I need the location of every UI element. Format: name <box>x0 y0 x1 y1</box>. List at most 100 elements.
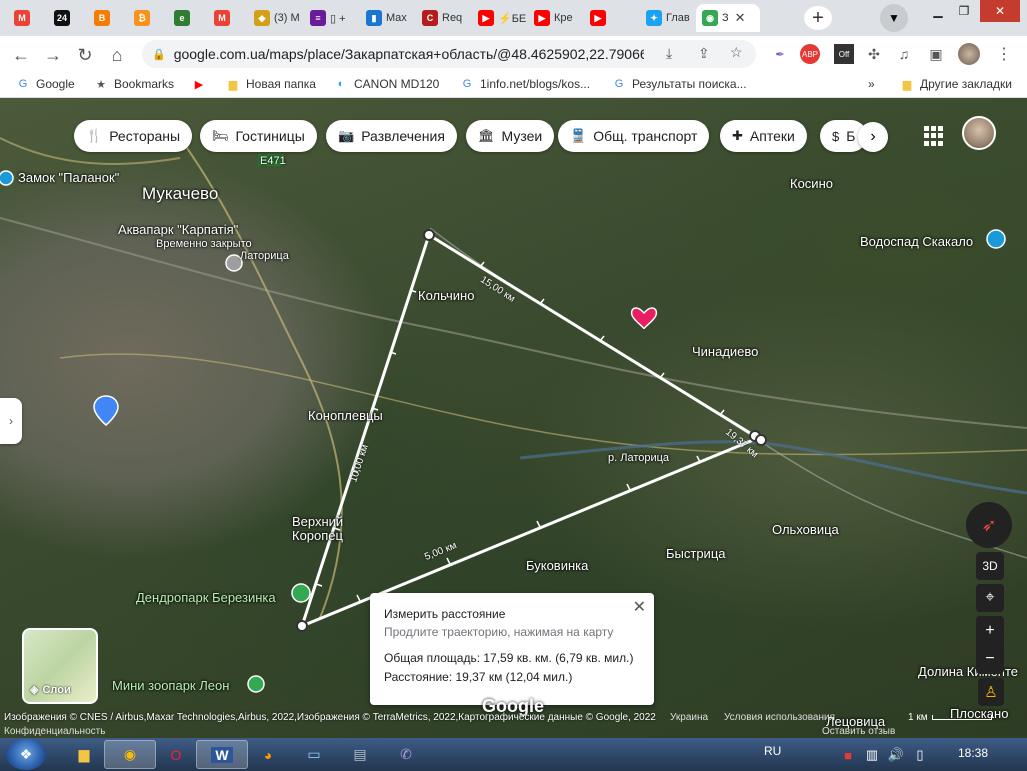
place-label[interactable]: Аквапарк "Карпатія" <box>118 222 238 237</box>
monitor-taskbar-button[interactable]: ▭ <box>288 740 340 769</box>
forward-button[interactable]: → <box>40 42 66 68</box>
extensions-puzzle-icon[interactable]: ✣ <box>864 44 884 64</box>
place-label[interactable]: Кольчино <box>418 288 474 303</box>
restore-button[interactable]: ❐ <box>951 0 977 22</box>
zoo-pin-icon[interactable] <box>247 675 265 693</box>
tab-search-button[interactable]: ▼ <box>880 4 908 32</box>
google-apps-icon[interactable] <box>924 126 944 146</box>
browser-tab[interactable]: ◆ (3) M <box>248 4 302 32</box>
viber-taskbar-button[interactable]: ✆ <box>380 740 432 769</box>
category-chip[interactable]: 🏛 Музеи <box>466 120 555 152</box>
measure-point[interactable] <box>423 229 435 241</box>
zoom-in-button[interactable]: + <box>976 616 1004 646</box>
new-tab-button[interactable]: + <box>804 6 832 30</box>
category-chip[interactable]: 🍴 Рестораны <box>74 120 193 152</box>
browser-tab[interactable]: e <box>168 4 206 32</box>
browser-tab[interactable]: ≡ ▯ + <box>304 4 358 32</box>
category-chip[interactable]: 🛏 Гостиницы <box>200 120 317 152</box>
menu-kebab-icon[interactable]: ⋮ <box>994 44 1014 64</box>
start-button[interactable]: ❖ <box>6 739 46 770</box>
browser-tab[interactable]: ▶ <box>584 4 638 32</box>
collapse-side-panel-button[interactable]: › <box>0 398 22 444</box>
tray-app-icon[interactable]: ■ <box>838 745 858 765</box>
disk-taskbar-button[interactable]: ▤ <box>334 740 386 769</box>
category-chip[interactable]: ✚ Аптеки <box>720 120 807 152</box>
3d-button[interactable]: 3D <box>976 552 1004 580</box>
minimize-button[interactable]: ▁ <box>925 0 951 22</box>
place-label[interactable]: Чинадиево <box>692 344 758 359</box>
bookmark-item[interactable]: ◐ CANON MD120 <box>334 77 440 91</box>
reload-button[interactable]: ↻ <box>72 42 98 68</box>
browser-tab[interactable]: ▶ Кре <box>528 4 582 32</box>
heart-pin-icon[interactable] <box>630 307 658 330</box>
close-window-button[interactable]: ✕ <box>980 0 1020 22</box>
place-label[interactable]: Верхний <box>292 514 343 529</box>
terms-link[interactable]: Условия использования <box>724 712 835 723</box>
clock-time[interactable]: 18:38 <box>958 746 988 760</box>
url-text[interactable]: google.com.ua/maps/place/Закарпатская+об… <box>174 46 644 62</box>
bookmark-item[interactable]: G 1info.net/blogs/kos... <box>460 77 590 91</box>
tray-battery-icon[interactable]: ▯ <box>910 745 930 765</box>
place-label[interactable]: Латорица <box>240 250 289 262</box>
browser-tab[interactable]: M <box>8 4 46 32</box>
chart-app-taskbar-button[interactable]: ◕ <box>242 740 294 769</box>
media-icon[interactable]: ♫ <box>894 44 914 64</box>
zoom-out-button[interactable]: − <box>976 644 1004 674</box>
place-label[interactable]: р. Латорица <box>608 452 669 464</box>
bookmark-item[interactable]: ★ Bookmarks <box>94 77 174 91</box>
bookmark-item[interactable]: ▶ <box>192 77 212 91</box>
home-pin-icon[interactable] <box>93 395 119 426</box>
explorer-taskbar-button[interactable]: ▆ <box>58 740 110 769</box>
word-taskbar-button[interactable]: W <box>196 740 248 769</box>
account-avatar[interactable] <box>962 116 996 150</box>
privacy-link[interactable]: Конфиденциальность <box>4 726 105 737</box>
browser-tab[interactable]: ▶ ⚡БЕЛ <box>472 4 526 32</box>
place-label[interactable]: Временно закрыто <box>156 238 252 250</box>
bookmark-item[interactable]: ▆ Новая папка <box>226 77 316 91</box>
other-bookmarks-folder[interactable]: ▆ Другие закладки <box>900 77 1012 91</box>
place-label[interactable]: Быстрица <box>666 546 726 561</box>
home-button[interactable]: ⌂ <box>104 42 130 68</box>
browser-tab[interactable]: M <box>208 4 246 32</box>
pen-extension-icon[interactable]: ✒ <box>770 44 790 64</box>
place-label[interactable]: Дендропарк Березинка <box>136 590 276 605</box>
scale-bar[interactable]: 1 км <box>908 712 992 723</box>
side-panel-icon[interactable]: ▣ <box>926 44 946 64</box>
opera-taskbar-button[interactable]: O <box>150 740 202 769</box>
place-label[interactable]: Буковинка <box>526 558 588 573</box>
chips-next-button[interactable]: › <box>858 122 888 152</box>
address-bar[interactable]: 🔒 google.com.ua/maps/place/Закарпатская+… <box>142 40 756 68</box>
layers-button[interactable]: ◈ Слои <box>22 628 98 704</box>
place-label[interactable]: Коноплевцы <box>308 408 383 423</box>
browser-tab[interactable]: ₿ <box>128 4 166 32</box>
place-label[interactable]: Водоспад Скакало <box>860 234 973 249</box>
off-extension-icon[interactable]: Off <box>834 44 854 64</box>
place-label[interactable]: Коропец <box>292 528 343 543</box>
volume-icon[interactable]: 🔊 <box>886 745 906 765</box>
place-label[interactable]: Замок "Паланок" <box>18 170 119 185</box>
place-label[interactable]: Косино <box>790 176 833 191</box>
country-link[interactable]: Украина <box>670 712 708 723</box>
chrome-taskbar-button[interactable]: ◉ <box>104 740 156 769</box>
close-tab-icon[interactable]: ✕ <box>735 10 746 26</box>
place-label[interactable]: Мини зоопарк Леон <box>112 678 229 693</box>
measure-point[interactable] <box>755 434 767 446</box>
tray-network-icon[interactable]: ▥ <box>862 745 882 765</box>
place-label[interactable]: Е471 <box>260 155 286 167</box>
profile-avatar[interactable] <box>958 43 980 65</box>
street-view-pegman-icon[interactable]: ♙ <box>978 678 1004 706</box>
measure-point[interactable] <box>296 620 308 632</box>
castle-pin-icon[interactable] <box>0 170 14 186</box>
browser-tab[interactable]: ▮ Max <box>360 4 414 32</box>
place-label[interactable]: Мукачево <box>142 184 218 204</box>
bookmark-item[interactable]: G Результаты поиска... <box>612 77 747 91</box>
park-pin-icon[interactable] <box>291 583 311 603</box>
browser-tab[interactable]: ◉ З ✕ <box>696 4 760 32</box>
feedback-link[interactable]: Оставить отзыв <box>822 726 895 737</box>
browser-tab[interactable]: ✦ Глав <box>640 4 694 32</box>
compass-button[interactable]: ➶ <box>966 502 1012 548</box>
browser-tab[interactable]: B <box>88 4 126 32</box>
close-measure-button[interactable]: ✕ <box>633 597 646 617</box>
language-indicator[interactable]: RU <box>764 744 781 758</box>
bookmarks-more-button[interactable]: » <box>868 77 875 91</box>
